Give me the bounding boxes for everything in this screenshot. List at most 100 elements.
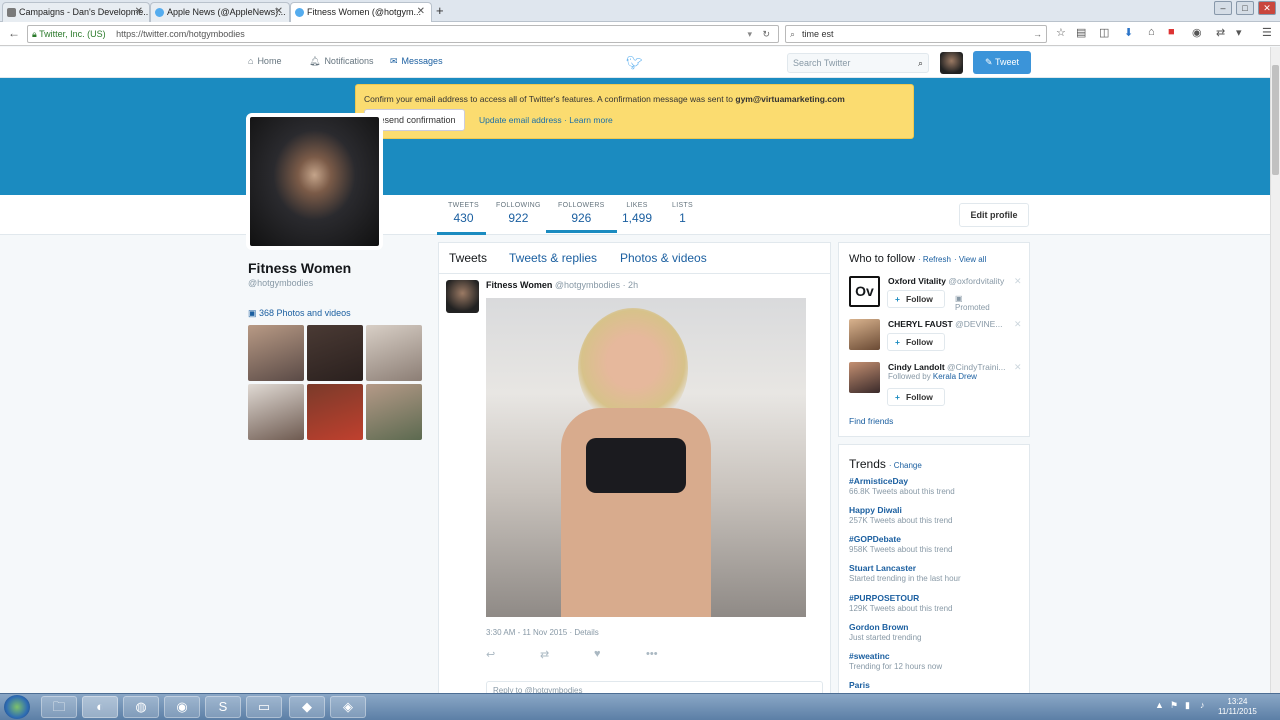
- avatar[interactable]: [849, 362, 880, 393]
- url-bar[interactable]: 🔒︎ Twitter, Inc. (US) https://twitter.co…: [27, 25, 779, 43]
- photo-thumbnail[interactable]: [248, 384, 304, 440]
- refresh-link[interactable]: · Refresh: [918, 255, 951, 264]
- window-icon[interactable]: ▭: [246, 696, 282, 718]
- learn-more-link[interactable]: Learn more: [569, 115, 612, 125]
- close-icon[interactable]: ✕: [275, 3, 283, 21]
- menu-icon[interactable]: ☰: [1262, 26, 1272, 39]
- photo-thumbnail[interactable]: [366, 384, 422, 440]
- skype-icon[interactable]: S: [205, 696, 241, 718]
- system-clock[interactable]: 13:24 11/11/2015: [1218, 697, 1257, 717]
- browser-search-field[interactable]: ⌕ time est →: [785, 25, 1047, 43]
- close-icon[interactable]: ✕: [417, 3, 425, 21]
- close-icon[interactable]: ✕: [135, 3, 143, 21]
- photos-videos-link[interactable]: ▣ 368 Photos and videos: [248, 308, 351, 319]
- more-icon[interactable]: •••: [646, 648, 658, 660]
- photo-thumbnail[interactable]: [307, 325, 363, 381]
- tweet-time[interactable]: · 2h: [623, 280, 639, 290]
- start-button[interactable]: [4, 695, 30, 719]
- dropdown-icon[interactable]: ▾: [747, 26, 752, 42]
- tweet-image[interactable]: [486, 298, 806, 617]
- tweet-author-name[interactable]: Fitness Women: [486, 280, 552, 290]
- back-arrow-icon[interactable]: ←: [8, 26, 20, 40]
- trend-item[interactable]: Stuart Lancaster Started trending in the …: [849, 563, 961, 583]
- new-tab-button[interactable]: +: [436, 2, 444, 20]
- change-trends-link[interactable]: · Change: [889, 461, 922, 470]
- view-all-link[interactable]: · View all: [954, 255, 986, 264]
- trend-item[interactable]: Gordon Brown Just started trending: [849, 622, 921, 642]
- trend-item[interactable]: Paris: [849, 680, 870, 690]
- search-go-icon[interactable]: →: [1033, 26, 1042, 42]
- maximize-button[interactable]: □: [1236, 1, 1254, 15]
- flag-icon[interactable]: ⚑: [1170, 700, 1178, 711]
- trend-item[interactable]: #sweatinc Trending for 12 hours now: [849, 651, 942, 671]
- photo-thumbnail[interactable]: [366, 325, 422, 381]
- home-icon[interactable]: ⌂: [1148, 26, 1155, 38]
- chat-icon[interactable]: ◉: [1192, 26, 1202, 39]
- oxford-vitality-logo[interactable]: Ov: [849, 276, 880, 307]
- page-scrollbar[interactable]: [1270, 47, 1280, 693]
- photo-thumbnail[interactable]: [248, 325, 304, 381]
- twitter-search-input[interactable]: Search Twitter ⌕: [787, 53, 929, 73]
- stat-followers[interactable]: FOLLOWERS 926: [546, 202, 617, 233]
- app-icon[interactable]: ◆: [289, 696, 325, 718]
- dismiss-icon[interactable]: ✕: [1014, 362, 1022, 373]
- stat-lists[interactable]: LISTS 1: [672, 202, 693, 225]
- trend-item[interactable]: #GOPDebate 958K Tweets about this trend: [849, 534, 952, 554]
- extension-icon[interactable]: ■: [1168, 26, 1175, 38]
- follow-button[interactable]: Follow: [887, 290, 945, 308]
- twitter-bird-icon[interactable]: 🐦︎: [626, 55, 643, 71]
- nav-notifications[interactable]: 🔔︎ Notifications: [309, 56, 373, 67]
- heart-icon[interactable]: ♥: [594, 648, 601, 660]
- tweet-avatar[interactable]: [446, 280, 479, 313]
- twitter-bird-icon: [295, 8, 304, 17]
- download-icon[interactable]: ⬇: [1124, 26, 1133, 39]
- stat-following[interactable]: FOLLOWING 922: [496, 202, 541, 225]
- browser-tab-fitness-women[interactable]: Fitness Women (@hotgym... ✕: [290, 2, 432, 23]
- network-icon[interactable]: ▮: [1185, 700, 1190, 711]
- browser-tab-campaigns[interactable]: Campaigns - Dan's Developme... ✕: [2, 2, 150, 22]
- trend-item[interactable]: Happy Diwali 257K Tweets about this trend: [849, 505, 952, 525]
- tab-tweets-replies[interactable]: Tweets & replies: [509, 251, 597, 265]
- nav-messages[interactable]: ✉ Messages: [390, 56, 443, 67]
- trend-item[interactable]: #PURPOSETOUR 129K Tweets about this trend: [849, 593, 952, 613]
- retweet-icon[interactable]: ⇄: [540, 648, 549, 661]
- tweet-button[interactable]: ✎ Tweet: [973, 51, 1031, 74]
- folder-icon[interactable]: 🗀︎: [41, 696, 77, 718]
- edit-profile-button[interactable]: Edit profile: [959, 203, 1029, 227]
- chrome-icon[interactable]: ◉: [164, 696, 200, 718]
- chevron-up-icon[interactable]: ▲: [1155, 700, 1164, 710]
- reply-icon[interactable]: ↩: [486, 648, 495, 661]
- search-icon[interactable]: ⌕: [918, 54, 923, 72]
- stat-likes[interactable]: LIKES 1,499: [622, 202, 652, 225]
- volume-icon[interactable]: ♪: [1200, 700, 1205, 710]
- avatar[interactable]: [940, 52, 963, 74]
- app-icon[interactable]: ◍: [123, 696, 159, 718]
- find-friends-link[interactable]: Find friends: [849, 416, 893, 426]
- avatar[interactable]: [849, 319, 880, 350]
- trend-item[interactable]: #ArmisticeDay 66.8K Tweets about this tre…: [849, 476, 955, 496]
- reload-icon[interactable]: ↻: [762, 26, 770, 42]
- browser-tab-apple-news[interactable]: Apple News (@AppleNews)... ✕: [150, 2, 290, 22]
- app-icon[interactable]: ◈: [330, 696, 366, 718]
- sync-icon[interactable]: ⇄: [1216, 26, 1225, 39]
- bookmarks-icon[interactable]: ▤: [1076, 26, 1086, 39]
- stat-tweets[interactable]: TWEETS 430: [448, 202, 479, 225]
- update-email-link[interactable]: Update email address: [479, 115, 562, 125]
- nav-home[interactable]: ⌂ Home: [248, 56, 281, 66]
- minimize-button[interactable]: –: [1214, 1, 1232, 15]
- tab-tweets[interactable]: Tweets: [449, 251, 487, 265]
- dismiss-icon[interactable]: ✕: [1014, 319, 1022, 330]
- dismiss-icon[interactable]: ✕: [1014, 276, 1022, 287]
- pocket-icon[interactable]: ◫: [1099, 26, 1109, 39]
- photo-thumbnail[interactable]: [307, 384, 363, 440]
- follow-button[interactable]: Follow: [887, 333, 945, 351]
- firefox-icon[interactable]: ◐: [82, 696, 118, 718]
- profile-avatar[interactable]: [246, 113, 383, 250]
- tab-photos-videos[interactable]: Photos & videos: [620, 251, 707, 265]
- tweet-author-handle[interactable]: @hotgymbodies: [555, 280, 620, 290]
- scrollbar-thumb[interactable]: [1272, 65, 1279, 175]
- bookmark-star-icon[interactable]: ☆: [1056, 26, 1066, 39]
- close-window-button[interactable]: ✕: [1258, 1, 1276, 15]
- chevron-down-icon[interactable]: ▾: [1236, 26, 1242, 39]
- follow-button[interactable]: Follow: [887, 388, 945, 406]
